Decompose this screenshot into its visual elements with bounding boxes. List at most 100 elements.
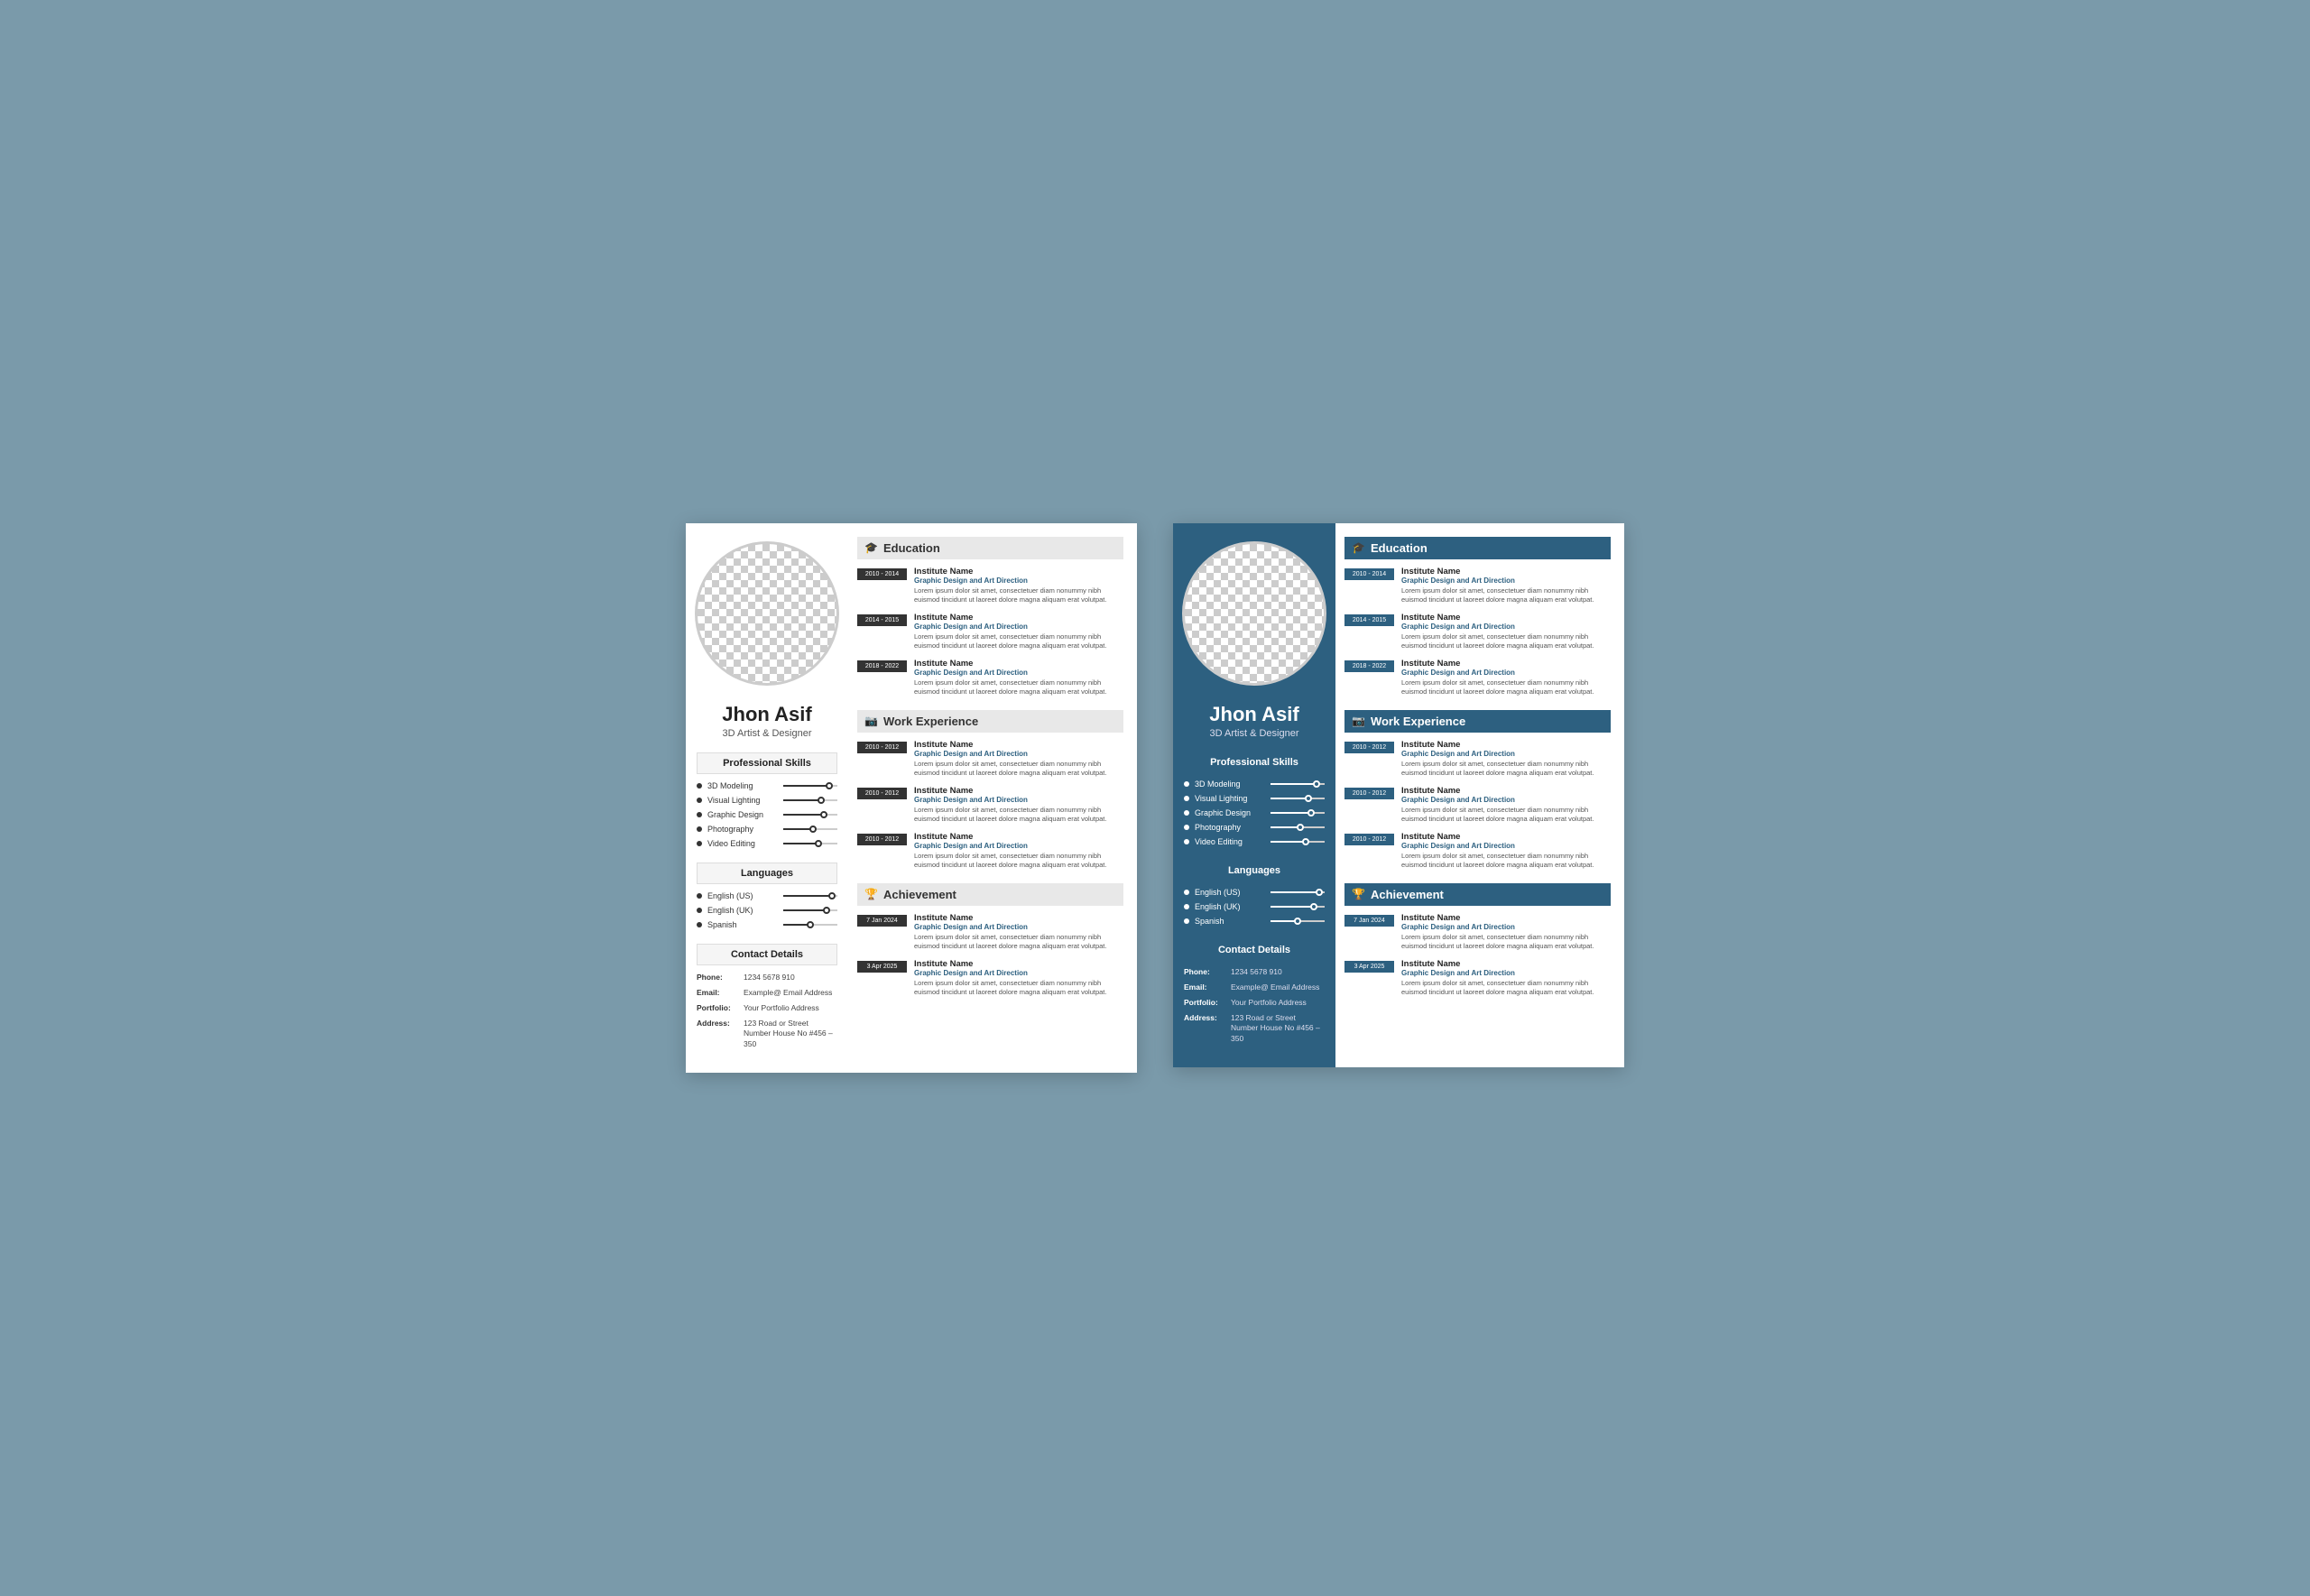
entry-desc: Lorem ipsum dolor sit amet, consectetuer… xyxy=(1401,933,1611,952)
entry-subtitle: Graphic Design and Art Direction xyxy=(914,923,1123,931)
contact-value: 1234 5678 910 xyxy=(744,973,795,983)
contact-section: Contact Details Phone: 1234 5678 910 Ema… xyxy=(686,944,848,1055)
entry: 2010 - 2014 Institute Name Graphic Desig… xyxy=(857,567,1123,605)
skill-label: English (US) xyxy=(1195,888,1267,897)
skill-item: Graphic Design xyxy=(697,810,837,819)
skill-dot xyxy=(697,922,702,927)
skills-section: Professional Skills 3D Modeling Visual L… xyxy=(686,752,848,853)
section-icon: 🏆 xyxy=(864,888,878,900)
entry-subtitle: Graphic Design and Art Direction xyxy=(1401,842,1611,850)
sidebar: Jhon Asif 3D Artist & Designer Professio… xyxy=(686,523,848,1074)
profile-photo xyxy=(1182,541,1326,686)
date-badge: 2014 - 2015 xyxy=(857,614,907,626)
contact-row: Portfolio: Your Portfolio Address xyxy=(1184,998,1325,1009)
date-badge: 2010 - 2012 xyxy=(1344,834,1394,845)
entry-body: Institute Name Graphic Design and Art Di… xyxy=(1401,832,1611,871)
skill-knob xyxy=(807,921,814,928)
date-badge: 2010 - 2012 xyxy=(857,788,907,799)
skill-dot xyxy=(697,908,702,913)
entry-title: Institute Name xyxy=(914,740,1123,750)
entry-desc: Lorem ipsum dolor sit amet, consectetuer… xyxy=(914,806,1123,825)
profile-photo xyxy=(695,541,839,686)
section-title: Achievement xyxy=(1371,888,1444,901)
main-content: 🎓 Education 2010 - 2014 Institute Name G… xyxy=(848,523,1137,1074)
main-section-achievement: 🏆 Achievement 7 Jan 2024 Institute Name … xyxy=(857,883,1123,998)
contact-label: Address: xyxy=(1184,1013,1231,1046)
skill-dot xyxy=(1184,781,1189,787)
entry: 2010 - 2012 Institute Name Graphic Desig… xyxy=(857,786,1123,825)
skill-label: Video Editing xyxy=(707,839,780,848)
entry: 2010 - 2012 Institute Name Graphic Desig… xyxy=(857,740,1123,779)
skill-bar-fill xyxy=(1270,798,1308,799)
skill-dot xyxy=(1184,825,1189,830)
entry: 2014 - 2015 Institute Name Graphic Desig… xyxy=(857,613,1123,651)
skill-knob xyxy=(1307,809,1315,816)
skill-knob xyxy=(823,907,830,914)
contact-heading: Contact Details xyxy=(1184,940,1325,960)
contact-row: Phone: 1234 5678 910 xyxy=(697,973,837,983)
entry-body: Institute Name Graphic Design and Art Di… xyxy=(914,740,1123,779)
section-header: 🏆 Achievement xyxy=(857,883,1123,906)
entry: 2010 - 2012 Institute Name Graphic Desig… xyxy=(1344,832,1611,871)
skill-dot xyxy=(1184,918,1189,924)
skill-dot xyxy=(1184,810,1189,816)
skill-bar-track xyxy=(783,924,837,926)
skill-bar-track xyxy=(1270,812,1325,814)
entry-desc: Lorem ipsum dolor sit amet, consectetuer… xyxy=(914,852,1123,871)
skill-dot xyxy=(697,841,702,846)
entry-desc: Lorem ipsum dolor sit amet, consectetuer… xyxy=(914,760,1123,779)
entry-title: Institute Name xyxy=(1401,959,1611,969)
entry-title: Institute Name xyxy=(1401,913,1611,923)
contact-row: Email: Example@ Email Address xyxy=(1184,983,1325,993)
entry: 2010 - 2014 Institute Name Graphic Desig… xyxy=(1344,567,1611,605)
date-badge: 2010 - 2014 xyxy=(1344,568,1394,580)
skill-knob xyxy=(1316,889,1323,896)
skill-knob xyxy=(1302,838,1309,845)
page-wrapper: Jhon Asif 3D Artist & Designer Professio… xyxy=(686,523,1624,1074)
skill-label: Photography xyxy=(707,825,780,834)
skill-bar-track xyxy=(1270,906,1325,908)
section-icon: 🎓 xyxy=(864,541,878,554)
person-title: 3D Artist & Designer xyxy=(722,728,811,739)
skill-item: English (US) xyxy=(697,891,837,900)
skill-item: 3D Modeling xyxy=(697,781,837,790)
skill-dot xyxy=(697,893,702,899)
entry-body: Institute Name Graphic Design and Art Di… xyxy=(1401,913,1611,952)
date-badge: 2010 - 2012 xyxy=(1344,788,1394,799)
contact-label: Address: xyxy=(697,1019,744,1051)
contact-row: Portfolio: Your Portfolio Address xyxy=(697,1003,837,1014)
date-badge: 2014 - 2015 xyxy=(1344,614,1394,626)
entry-subtitle: Graphic Design and Art Direction xyxy=(914,577,1123,585)
skill-bar-fill xyxy=(1270,906,1314,908)
person-title: 3D Artist & Designer xyxy=(1209,728,1298,739)
skill-bar-track xyxy=(783,895,837,897)
name-area: Jhon Asif 3D Artist & Designer xyxy=(1200,695,1307,743)
entry-subtitle: Graphic Design and Art Direction xyxy=(1401,669,1611,677)
entry-body: Institute Name Graphic Design and Art Di… xyxy=(914,613,1123,651)
contact-heading: Contact Details xyxy=(697,944,837,965)
entry-title: Institute Name xyxy=(1401,832,1611,842)
skill-dot xyxy=(697,812,702,817)
date-badge: 2010 - 2012 xyxy=(1344,742,1394,753)
skill-item: Spanish xyxy=(1184,917,1325,926)
contact-row: Address: 123 Road or Street Number House… xyxy=(697,1019,837,1051)
entry-body: Institute Name Graphic Design and Art Di… xyxy=(914,959,1123,998)
skill-knob xyxy=(1297,824,1304,831)
skill-item: Spanish xyxy=(697,920,837,929)
entry-body: Institute Name Graphic Design and Art Di… xyxy=(1401,567,1611,605)
skill-bar-track xyxy=(1270,783,1325,785)
section-title: Work Experience xyxy=(1371,715,1465,728)
contact-label: Email: xyxy=(1184,983,1231,993)
contact-value: Example@ Email Address xyxy=(1231,983,1319,993)
skill-knob xyxy=(815,840,822,847)
date-badge: 2010 - 2012 xyxy=(857,834,907,845)
entry-desc: Lorem ipsum dolor sit amet, consectetuer… xyxy=(1401,632,1611,651)
section-header: 📷 Work Experience xyxy=(1344,710,1611,733)
skill-knob xyxy=(1310,903,1317,910)
entry-body: Institute Name Graphic Design and Art Di… xyxy=(1401,786,1611,825)
skill-bar-track xyxy=(1270,891,1325,893)
entry-title: Institute Name xyxy=(1401,613,1611,623)
skill-bar-fill xyxy=(1270,783,1317,785)
skill-item: Photography xyxy=(1184,823,1325,832)
entry-body: Institute Name Graphic Design and Art Di… xyxy=(1401,613,1611,651)
